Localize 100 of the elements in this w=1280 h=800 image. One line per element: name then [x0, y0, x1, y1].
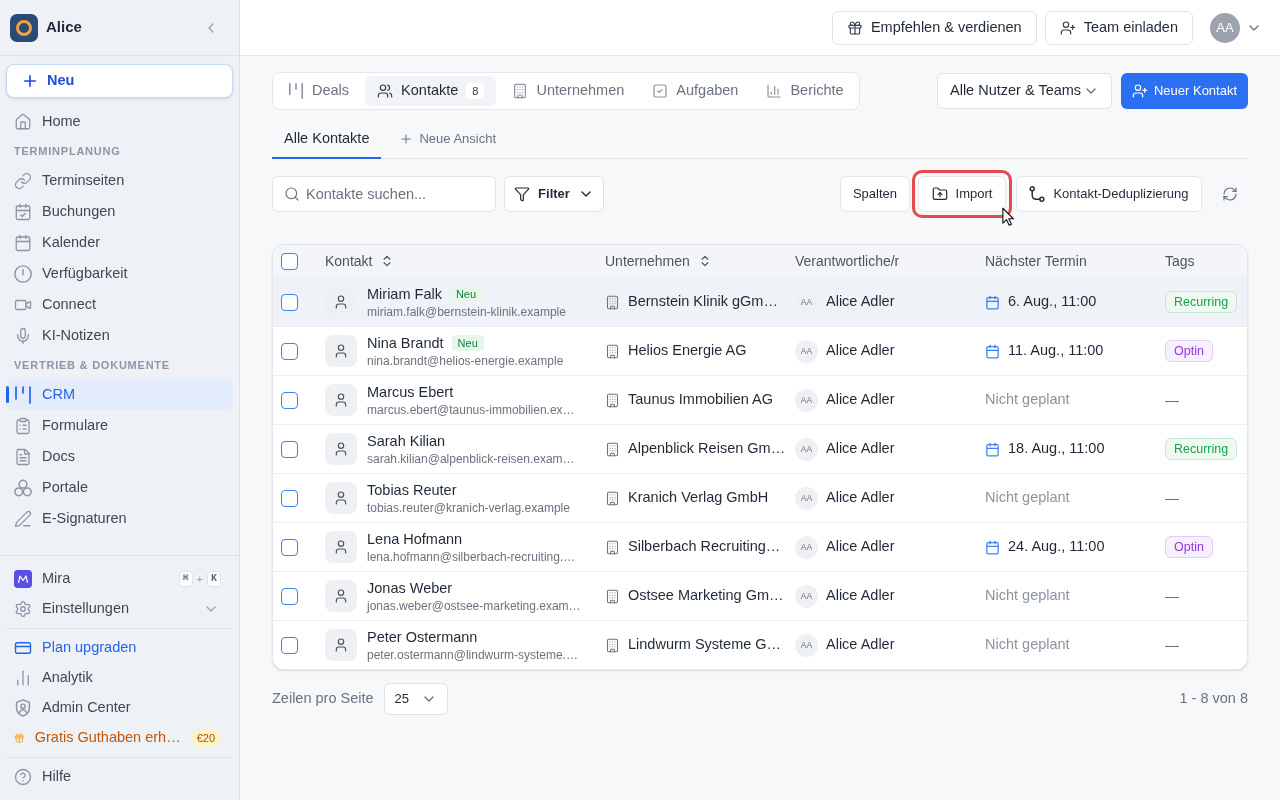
sidebar-item[interactable]: Kalender [6, 227, 233, 258]
sidebar-item[interactable]: KI-Notizen [6, 320, 233, 351]
home-icon [14, 112, 32, 131]
bars-icon [288, 83, 304, 99]
filter-button[interactable]: Filter [504, 176, 604, 212]
sidebar-item[interactable]: Gratis Guthaben erh… €20 [6, 723, 233, 753]
table-row[interactable]: Marcus Ebert marcus.ebert@taunus-immobilien.ex… Taunus Immobilien AG AA Alice Adler Nicht geplant — [273, 375, 1247, 424]
gift-icon [846, 19, 863, 36]
building-icon [605, 539, 620, 555]
calendar-check-icon [14, 202, 32, 221]
owner-avatar: AA [795, 584, 818, 608]
calendar-icon [985, 343, 1000, 359]
search-field[interactable]: Kontakte suchen... [272, 176, 496, 212]
contact-name: Jonas Weber [367, 578, 453, 598]
checkbox[interactable] [281, 489, 298, 507]
contact-email: marcus.ebert@taunus-immobilien.ex… [367, 401, 575, 418]
toolbar-button[interactable]: Kontakt-Deduplizierung [1016, 176, 1202, 212]
module-tab[interactable]: Deals [276, 76, 362, 106]
shortcut-joiner: + [196, 571, 203, 587]
sidebar-item[interactable]: Buchungen [6, 196, 233, 227]
shortcut-key: K [207, 571, 221, 587]
assistant-logo-icon [14, 570, 32, 588]
checkbox[interactable] [281, 293, 298, 311]
owner-name: Alice Adler [826, 292, 895, 312]
mouse-cursor-icon [1002, 207, 1016, 227]
sidebar-item[interactable]: Connect [6, 289, 233, 320]
checkbox[interactable] [281, 440, 298, 458]
contact-email: peter.ostermann@lindwurm-systeme.… [367, 646, 578, 663]
next-appointment: Nicht geplant [985, 488, 1070, 508]
table-row[interactable]: Tobias Reuter tobias.reuter@kranich-verlag.example Kranich Verlag GmbH AA Alice Adler Nicht geplant — [273, 473, 1247, 522]
table-row[interactable]: Lena Hofmann lena.hofmann@silberbach-recruiting.… Silberbach Recruiting… AA Alice Adler 24. Aug., 11:00 Optin [273, 522, 1247, 571]
column-header[interactable]: Unternehmen [605, 250, 690, 272]
sidebar-item[interactable]: Mira ⌘ + K [6, 564, 233, 594]
empty-tag: — [1165, 487, 1179, 509]
checkbox[interactable] [281, 636, 298, 654]
sidebar-item[interactable]: Hilfe [6, 762, 233, 792]
new-button[interactable]: Neu [6, 64, 233, 98]
new-view-button[interactable]: Neue Ansicht [391, 120, 505, 158]
table-row[interactable]: Jonas Weber jonas.weber@ostsee-marketing.exam… Ostsee Marketing Gm… AA Alice Adler Nicht geplant — [273, 571, 1247, 620]
owner-name: Alice Adler [826, 341, 895, 361]
calendar-icon [985, 539, 1000, 555]
sidebar-item[interactable]: Formulare [6, 410, 233, 441]
sidebar-item[interactable]: Admin Center [6, 693, 233, 723]
module-tab[interactable]: Unternehmen [500, 76, 637, 106]
table-row[interactable]: Sarah Kilian sarah.kilian@alpenblick-reisen.exam… Alpenblick Reisen Gm… AA Alice Adler 18. Aug., 11:00 Recurring [273, 424, 1247, 473]
section-label: TERMINPLANUNG [14, 143, 121, 159]
active-indicator [6, 386, 9, 403]
building-icon [605, 441, 620, 457]
owner-avatar: AA [795, 486, 818, 510]
toolbar-button[interactable]: Import [918, 176, 1006, 212]
table-row[interactable]: Miriam Falk Neu miriam.falk@bernstein-klinik.example Bernstein Klinik gGm… AA Alice Adler 6. Aug., 11:00 Recurring [273, 277, 1247, 326]
header-button[interactable]: Empfehlen & verdienen [831, 10, 1037, 45]
view-tab[interactable]: Alle Kontakte [272, 120, 382, 159]
person-icon [333, 343, 349, 359]
contact-name: Tobias Reuter [367, 480, 457, 500]
owner-name: Alice Adler [826, 488, 895, 508]
column-header[interactable]: Kontakt [325, 250, 373, 272]
sidebar-item[interactable]: Einstellungen [6, 594, 233, 624]
help-icon [14, 768, 32, 786]
module-tab[interactable]: Berichte [754, 76, 856, 106]
sidebar-item[interactable]: Terminseiten [6, 165, 233, 196]
person-icon [333, 588, 349, 604]
shield-user-icon [14, 699, 32, 717]
checkbox[interactable] [281, 538, 298, 556]
sidebar-item[interactable]: Plan upgraden [6, 633, 233, 663]
contact-name: Marcus Ebert [367, 382, 454, 402]
person-icon [333, 392, 349, 408]
table-row[interactable]: Nina Brandt Neu nina.brandt@helios-energie.example Helios Energie AG AA Alice Adler 11. Aug., 11:00 Optin [273, 326, 1247, 375]
owner-filter-dropdown[interactable]: Alle Nutzer & Teams [937, 73, 1112, 109]
new-contact-button[interactable]: Neuer Kontakt [1121, 73, 1248, 109]
microphone-icon [14, 326, 32, 345]
item-label: Gratis Guthaben erh… [34, 728, 181, 748]
plus-icon [399, 132, 414, 146]
module-tab[interactable]: Aufgaben [640, 76, 751, 106]
person-icon [333, 441, 349, 457]
header-button[interactable]: Team einladen [1044, 10, 1193, 45]
module-tab[interactable]: Kontakte 8 [365, 76, 497, 106]
contact-name: Sarah Kilian [367, 431, 446, 451]
table-row[interactable]: Peter Ostermann peter.ostermann@lindwurm-systeme.… Lindwurm Systeme G… AA Alice Adler Nicht geplant — [273, 620, 1247, 669]
sidebar-item[interactable]: Home [6, 106, 233, 137]
checkbox[interactable] [281, 391, 298, 409]
refresh-icon [1222, 186, 1238, 202]
next-appointment: 6. Aug., 11:00 [1008, 292, 1097, 312]
pagination-range: 1 - 8 von 8 [1179, 689, 1248, 709]
sidebar-item[interactable]: Portale [6, 472, 233, 503]
sidebar-item[interactable]: Analytik [6, 663, 233, 693]
rows-per-page-select[interactable]: 25 [383, 683, 448, 715]
toolbar-button[interactable]: Spalten [840, 176, 910, 212]
checkbox[interactable] [281, 252, 298, 270]
document-icon [14, 447, 32, 466]
sidebar-item[interactable]: CRM [6, 379, 233, 410]
column-header: Nächster Termin [985, 251, 1087, 271]
column-header: Tags [1165, 251, 1195, 271]
checkbox[interactable] [281, 342, 298, 360]
building-icon [605, 588, 620, 604]
sidebar-item[interactable]: Docs [6, 441, 233, 472]
sidebar-item[interactable]: Verfügbarkeit [6, 258, 233, 289]
plus-icon [21, 72, 39, 90]
checkbox[interactable] [281, 587, 298, 605]
sidebar-item[interactable]: E-Signaturen [6, 503, 233, 534]
